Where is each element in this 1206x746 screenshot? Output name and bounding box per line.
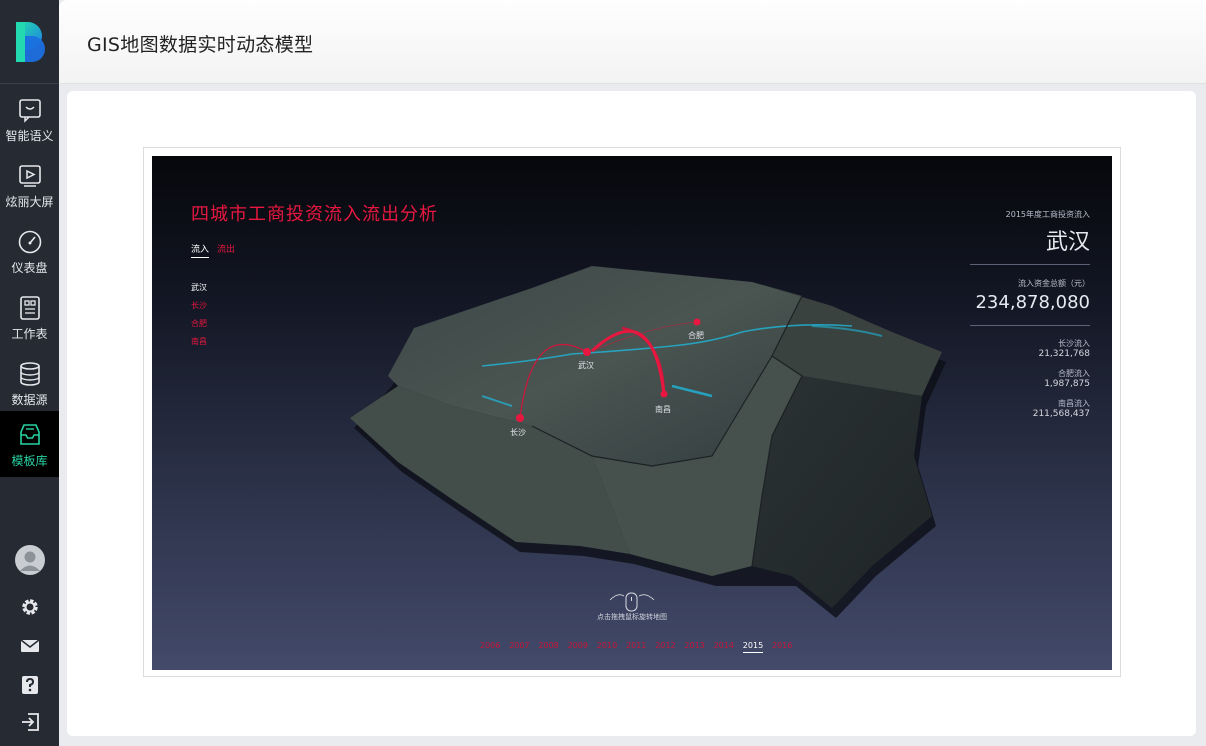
play-screen-icon	[19, 165, 41, 187]
template-tray-icon	[20, 424, 40, 445]
sidebar-item-smart-semantic[interactable]: 智能语义	[0, 86, 59, 152]
year-item-2012[interactable]: 2012	[655, 641, 675, 650]
sidebar-item-worksheet[interactable]: 工作表	[0, 284, 59, 350]
year-item-2014[interactable]: 2014	[714, 641, 734, 650]
rotate-hint: 点击拖拽鼠标旋转地图	[597, 613, 667, 621]
year-item-2009[interactable]: 2009	[568, 641, 588, 650]
sidebar: 智能语义 炫丽大屏 仪表盘 工作表 数据源 模板库	[0, 0, 59, 746]
app-logo[interactable]	[0, 0, 59, 84]
logo-icon	[16, 22, 45, 62]
breakdown-label: 南昌流入	[1058, 399, 1090, 408]
city-item-wuhan[interactable]: 武汉	[191, 282, 207, 293]
sidebar-item-label: 模板库	[11, 454, 48, 468]
city-item-hefei[interactable]: 合肥	[191, 318, 207, 329]
total-caption: 流入资金总额（元）	[1018, 279, 1090, 288]
breakdown-label: 长沙流入	[1058, 339, 1090, 348]
3d-terrain-map[interactable]: 武汉 长沙 合肥 南昌	[152, 156, 1112, 670]
sidebar-item-dazzling-screen[interactable]: 炫丽大屏	[0, 152, 59, 218]
mail-icon[interactable]	[19, 635, 41, 657]
worksheet-icon	[20, 296, 40, 320]
database-icon	[20, 362, 40, 386]
total-value: 234,878,080	[975, 292, 1090, 313]
map-point-hefei[interactable]	[693, 318, 701, 326]
map-point-wuhan[interactable]	[583, 348, 591, 356]
sidebar-item-template-library[interactable]: 模板库	[0, 411, 59, 477]
divider	[970, 325, 1090, 326]
dashboard-title: 四城市工商投资流入流出分析	[191, 204, 438, 225]
year-item-2007[interactable]: 2007	[509, 641, 529, 650]
sidebar-item-label: 数据源	[11, 393, 48, 407]
map-label-nanchang: 南昌	[655, 404, 671, 414]
sidebar-item-label: 工作表	[11, 327, 48, 341]
gear-icon[interactable]	[19, 596, 41, 618]
divider	[970, 264, 1090, 265]
map-point-changsha[interactable]	[516, 414, 524, 422]
map-label-hefei: 合肥	[688, 330, 704, 340]
year-caption: 2015年度工商投资流入	[1005, 210, 1090, 219]
map-label-changsha: 长沙	[510, 427, 526, 437]
year-item-2013[interactable]: 2013	[684, 641, 704, 650]
sidebar-item-label: 仪表盘	[11, 261, 48, 275]
avatar-icon[interactable]	[14, 544, 46, 576]
tab-outflow[interactable]: 流出	[217, 242, 235, 255]
year-item-2016[interactable]: 2016	[772, 641, 792, 650]
chat-bubble-icon	[19, 99, 41, 123]
map-label-wuhan: 武汉	[578, 360, 594, 370]
breakdown-value: 21,321,768	[1038, 349, 1090, 359]
city-item-changsha[interactable]: 长沙	[191, 300, 207, 311]
selected-city: 武汉	[1045, 230, 1090, 255]
sidebar-item-dashboard[interactable]: 仪表盘	[0, 218, 59, 284]
dashboard-preview[interactable]: 武汉 长沙 合肥 南昌 四城市工商投资流入流出分析 流入 流出 武汉 长沙 合肥…	[152, 156, 1112, 670]
tab-inflow[interactable]: 流入	[191, 242, 210, 258]
breakdown-label: 合肥流入	[1058, 369, 1090, 378]
logout-icon[interactable]	[19, 711, 41, 733]
year-timeline: 2006 2007 2008 2009 2010 2011 2012 2013 2014 2015…	[152, 641, 1112, 661]
year-item-2006[interactable]: 2006	[480, 641, 500, 650]
page-header: GIS地图数据实时动态模型	[59, 0, 1206, 84]
sidebar-item-datasource[interactable]: 数据源	[0, 350, 59, 416]
sidebar-item-label: 智能语义	[5, 129, 54, 143]
year-item-2011[interactable]: 2011	[626, 641, 646, 650]
page-title: GIS地图数据实时动态模型	[87, 34, 314, 56]
map-point-nanchang[interactable]	[660, 390, 668, 398]
city-item-nanchang[interactable]: 南昌	[191, 336, 207, 347]
mouse-drag-icon	[609, 592, 655, 612]
year-item-2008[interactable]: 2008	[538, 641, 558, 650]
help-icon[interactable]	[19, 674, 41, 696]
gauge-icon	[18, 230, 42, 254]
breakdown-value: 1,987,875	[1044, 379, 1090, 389]
year-item-2015[interactable]: 2015	[742, 641, 764, 653]
sidebar-item-label: 炫丽大屏	[5, 195, 54, 209]
breakdown-value: 211,568,437	[1032, 409, 1090, 419]
year-item-2010[interactable]: 2010	[597, 641, 617, 650]
